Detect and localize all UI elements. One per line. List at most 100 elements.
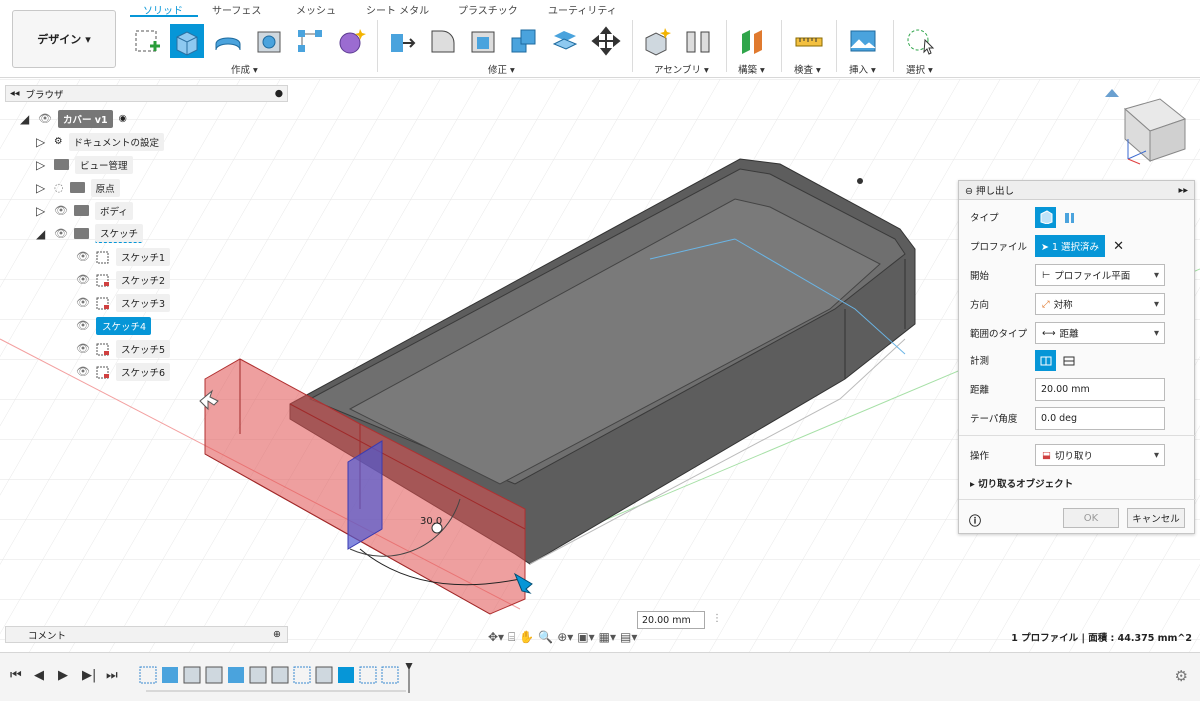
tree-item-origin[interactable]: ▷ ◌ 原点 (36, 178, 120, 197)
tree-item-bodies[interactable]: ▷ 👁 ボディ (36, 201, 133, 220)
fillet-icon[interactable] (425, 24, 459, 58)
extrude-icon[interactable] (170, 24, 204, 58)
sketch-row[interactable]: 👁 スケッチ3 (76, 293, 171, 312)
construct-plane-icon[interactable] (735, 24, 769, 58)
tree-item-named-views[interactable]: ▷ ビュー管理 (36, 155, 133, 174)
eye-icon[interactable]: 👁 (54, 204, 68, 217)
select-icon[interactable] (903, 24, 937, 58)
go-to-start-icon[interactable]: ⏮ (10, 668, 22, 683)
revolve-icon[interactable] (211, 24, 245, 58)
ok-button[interactable]: OK (1063, 508, 1119, 528)
tree-item-document-settings[interactable]: ▷ ⚙ ドキュメントの設定 (36, 132, 165, 151)
collapse-dialog-icon[interactable]: ⊖ (965, 186, 973, 197)
create-sketch-icon[interactable] (130, 24, 164, 58)
group-insert[interactable]: 挿入 ▾ (849, 62, 876, 76)
combine-icon[interactable] (507, 24, 541, 58)
measure-icon[interactable] (792, 24, 826, 58)
group-construct[interactable]: 構築 ▾ (738, 62, 765, 76)
new-component-icon[interactable] (640, 24, 674, 58)
start-dropdown[interactable]: ⊢ プロファイル平面 (1035, 264, 1165, 286)
canvas-distance-input[interactable]: 20.00 mm (637, 611, 705, 629)
tree-root[interactable]: ◢ 👁 カバー v1 ◉ (20, 109, 127, 128)
info-icon[interactable]: ⓘ (969, 512, 981, 529)
group-create[interactable]: 作成 ▾ (231, 62, 258, 76)
sketch-row[interactable]: 👁 スケッチ6 (76, 362, 171, 381)
sketch-row[interactable]: 👁 スケッチ1 (76, 247, 171, 266)
tab-mesh[interactable]: メッシュ (296, 2, 336, 17)
tree-item-sketches[interactable]: ◢ 👁 スケッチ (36, 224, 143, 243)
comments-bar[interactable]: コメント ⊕ (5, 626, 288, 643)
eye-hidden-icon[interactable]: ◌ (54, 181, 64, 194)
collapse-triangle-icon[interactable]: ◢ (20, 112, 32, 126)
step-back-icon[interactable]: ◀ (34, 668, 44, 683)
activate-radio-icon[interactable]: ◉ (119, 113, 127, 124)
root-component-label[interactable]: カバー v1 (57, 109, 113, 128)
operation-dropdown[interactable]: ⬓ 切り取り (1035, 444, 1165, 466)
joint-icon[interactable] (681, 24, 715, 58)
pattern-icon[interactable] (293, 24, 327, 58)
sketch-row[interactable]: 👁 スケッチ5 (76, 339, 171, 358)
measure-whole-icon[interactable] (1058, 350, 1079, 371)
direction-dropdown[interactable]: ⤢ 対称 (1035, 293, 1165, 315)
collapse-icon[interactable]: ◂◂ (10, 88, 20, 99)
expand-triangle-icon[interactable]: ▷ (36, 158, 48, 172)
type-thin-icon[interactable] (1058, 207, 1079, 228)
extent-type-dropdown[interactable]: ⟷ 距離 (1035, 322, 1165, 344)
add-comment-icon[interactable]: ⊕ (273, 629, 281, 640)
eye-icon[interactable]: 👁 (76, 296, 90, 309)
eye-icon[interactable]: 👁 (76, 273, 90, 286)
tab-utility[interactable]: ユーティリティ (548, 2, 617, 17)
move-copy-icon[interactable] (589, 24, 623, 58)
tab-plastic[interactable]: プラスチック (458, 2, 518, 17)
row-objects-to-cut[interactable]: ▸ 切り取るオブジェクト (959, 471, 1196, 495)
type-solid-icon[interactable] (1035, 206, 1056, 228)
press-pull-icon[interactable] (384, 24, 418, 58)
expand-triangle-icon[interactable]: ▷ (36, 135, 48, 149)
viewports-icon[interactable]: ▤▾ (620, 630, 637, 644)
eye-icon[interactable]: 👁 (38, 112, 52, 125)
orbit-icon[interactable]: ✥▾ (488, 630, 504, 644)
sketch-row-selected[interactable]: 👁 スケッチ4 (76, 316, 152, 335)
dialog-header[interactable]: ⊖ 押し出し ▸▸ (959, 181, 1194, 200)
more-options-icon[interactable]: ⋮ (712, 613, 722, 624)
distance-input[interactable]: 20.00 mm (1035, 377, 1165, 401)
browser-pin-icon[interactable]: ● (275, 88, 283, 99)
look-at-icon[interactable]: ⌸ (508, 630, 515, 645)
eye-icon[interactable]: 👁 (54, 227, 68, 240)
measure-half-icon[interactable] (1035, 349, 1056, 371)
step-forward-icon[interactable]: ▶| (82, 668, 96, 683)
pan-icon[interactable]: ✋ (519, 630, 534, 644)
taper-input[interactable]: 0.0 deg (1035, 406, 1165, 430)
tab-sheet-metal[interactable]: シート メタル (366, 2, 429, 17)
eye-icon[interactable]: 👁 (76, 319, 90, 332)
play-icon[interactable]: ▶ (58, 668, 68, 683)
shell-icon[interactable] (466, 24, 500, 58)
split-body-icon[interactable] (548, 24, 582, 58)
fit-icon[interactable]: ⊕▾ (557, 630, 573, 644)
insert-image-icon[interactable] (846, 24, 880, 58)
expand-triangle-icon[interactable]: ▷ (36, 181, 48, 195)
timeline-settings-gear-icon[interactable]: ⚙ (1175, 667, 1188, 685)
go-to-end-icon[interactable]: ⏭ (106, 668, 118, 683)
clear-selection-icon[interactable]: ✕ (1113, 239, 1124, 254)
display-settings-icon[interactable]: ▣▾ (577, 630, 594, 644)
group-select[interactable]: 選択 ▾ (906, 62, 933, 76)
expand-dialog-icon[interactable]: ▸▸ (1178, 185, 1188, 196)
grid-settings-icon[interactable]: ▦▾ (599, 630, 616, 644)
timeline-features[interactable] (136, 663, 426, 693)
create-form-icon[interactable] (334, 24, 368, 58)
sketch-row[interactable]: 👁 スケッチ2 (76, 270, 171, 289)
cancel-button[interactable]: キャンセル (1127, 508, 1185, 528)
profile-select-button[interactable]: ➤ 1 選択済み (1035, 235, 1106, 257)
zoom-icon[interactable]: 🔍 (538, 630, 553, 644)
eye-icon[interactable]: 👁 (76, 365, 90, 378)
workspace-switcher[interactable]: デザイン ▾ (12, 10, 116, 68)
group-assemble[interactable]: アセンブリ ▾ (654, 62, 709, 76)
browser-header[interactable]: ◂◂ ブラウザ ● (5, 85, 288, 102)
tab-surface[interactable]: サーフェス (212, 2, 261, 17)
expand-triangle-icon[interactable]: ▷ (36, 204, 48, 218)
group-modify[interactable]: 修正 ▾ (488, 62, 515, 76)
eye-icon[interactable]: 👁 (76, 342, 90, 355)
hole-icon[interactable] (252, 24, 286, 58)
group-inspect[interactable]: 検査 ▾ (794, 62, 821, 76)
